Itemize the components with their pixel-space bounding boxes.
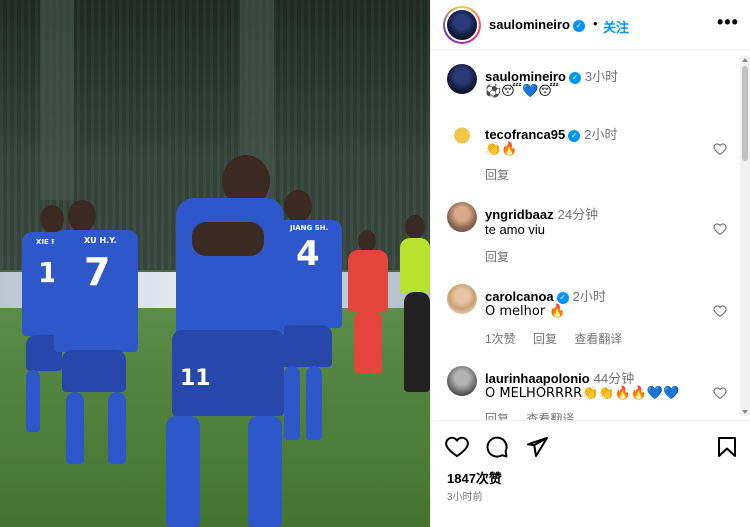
avatar[interactable]	[443, 6, 481, 44]
avatar[interactable]	[447, 122, 477, 152]
username-text[interactable]: saulomineiro	[485, 69, 566, 84]
heart-icon[interactable]	[713, 142, 727, 156]
post-panel: saulomineiro ✓ • 关注 ••• saulomineiro ✓ 3小时 …	[430, 0, 750, 527]
main-player-arms	[192, 222, 264, 256]
comment-actions: 回复	[485, 248, 523, 265]
jersey-number: 7	[84, 250, 111, 294]
timestamp[interactable]: 2小时	[573, 289, 606, 304]
stadium-pillar	[40, 0, 74, 200]
post-header: saulomineiro ✓ • 关注 •••	[431, 0, 750, 50]
heart-icon[interactable]	[713, 222, 727, 236]
timestamp[interactable]: 24分钟	[558, 207, 598, 222]
username-text[interactable]: carolcanoa	[485, 289, 554, 304]
comment-text: 👏🔥	[485, 142, 518, 157]
translate-button[interactable]: 查看翻译	[526, 412, 574, 420]
comment-icon[interactable]	[485, 435, 509, 459]
player-head	[40, 205, 64, 233]
referee	[400, 238, 430, 294]
heart-icon[interactable]	[713, 386, 727, 400]
reply-button[interactable]: 回复	[485, 412, 509, 420]
player-sock	[306, 366, 322, 440]
player-sock	[26, 370, 40, 432]
avatar[interactable]	[447, 284, 477, 314]
timestamp[interactable]: 44分钟	[594, 371, 634, 386]
timestamp[interactable]: 2小时	[584, 127, 617, 142]
comment-item: tecofranca95 ✓ 2小时 👏🔥 回复	[431, 120, 731, 183]
username-text[interactable]: tecofranca95	[485, 127, 565, 142]
referee-head	[405, 215, 425, 239]
player-head	[284, 190, 312, 222]
jersey-name: XU H.Y.	[84, 236, 117, 245]
caption-text: ⚽😴💙😴	[485, 84, 560, 99]
player-head	[68, 200, 96, 232]
username-text[interactable]: yngridbaaz	[485, 207, 554, 222]
verified-icon: ✓	[568, 129, 581, 142]
username-text[interactable]: saulomineiro	[489, 17, 570, 32]
more-icon[interactable]: •••	[717, 12, 739, 33]
post-time[interactable]: 3小时前	[447, 488, 483, 503]
player-head	[358, 230, 376, 252]
caption: saulomineiro ✓ 3小时 ⚽😴💙😴	[431, 62, 731, 112]
comment-username[interactable]: carolcanoa ✓ 2小时	[485, 286, 606, 305]
player-opponent	[348, 250, 388, 312]
verified-icon: ✓	[568, 71, 581, 84]
jersey-name: JIANG SH.	[290, 224, 329, 232]
comment-text: O MELHORRRR👏👏🔥🔥💙💙	[485, 386, 680, 401]
translate-button[interactable]: 查看翻译	[574, 332, 622, 346]
like-count[interactable]: 1847次赞	[447, 468, 502, 487]
player-left-7: 7 XU H.Y.	[54, 230, 138, 352]
caption-username[interactable]: saulomineiro ✓ 3小时	[485, 66, 618, 85]
verified-icon: ✓	[556, 291, 569, 304]
referee-legs	[404, 292, 430, 392]
comment-text: te amo viu	[485, 222, 545, 237]
main-player-sock	[248, 416, 282, 527]
scroll-thumb[interactable]	[742, 66, 748, 161]
username-text[interactable]: laurinhaapolonio	[485, 371, 590, 386]
jersey-number: 11	[180, 366, 211, 391]
player-sock	[66, 392, 84, 464]
follow-button[interactable]: 关注	[603, 17, 629, 36]
comment-actions: 回复 查看翻译	[485, 410, 588, 420]
comment-actions: 回复	[485, 166, 523, 183]
reply-button[interactable]: 回复	[485, 250, 509, 264]
comment-username[interactable]: laurinhaapolonio 44分钟	[485, 368, 634, 387]
comment-username[interactable]: yngridbaaz 24分钟	[485, 204, 598, 223]
post-photo[interactable]: 1 XIE P. 7 XU H.Y. 4 JIANG SH. 11	[0, 0, 430, 527]
header-username[interactable]: saulomineiro ✓	[489, 17, 585, 32]
heart-icon[interactable]	[445, 435, 469, 459]
comment-username[interactable]: tecofranca95 ✓ 2小时	[485, 124, 617, 143]
comment-item: laurinhaapolonio 44分钟 O MELHORRRR👏👏🔥🔥💙💙 回…	[431, 364, 731, 420]
comments-scrollbar[interactable]	[740, 56, 750, 416]
player-shorts	[280, 325, 332, 367]
avatar[interactable]	[447, 202, 477, 232]
comment-item: yngridbaaz 24分钟 te amo viu 回复	[431, 200, 731, 264]
player-sock	[284, 366, 300, 440]
main-player-jersey	[176, 198, 284, 338]
avatar[interactable]	[447, 366, 477, 396]
reply-button[interactable]: 回复	[485, 168, 509, 182]
avatar[interactable]	[447, 64, 477, 94]
scroll-down-arrow-icon[interactable]	[742, 410, 748, 414]
main-player-shorts: 11	[172, 330, 284, 416]
comments-list: saulomineiro ✓ 3小时 ⚽😴💙😴 tecofranca95 ✓ 2小时 👏…	[431, 50, 750, 420]
share-icon[interactable]	[525, 435, 549, 459]
post-footer: 1847次赞 3小时前	[431, 420, 750, 527]
comment-text: O melhor 🔥	[485, 304, 566, 319]
player-sock	[108, 392, 126, 464]
heart-icon[interactable]	[713, 304, 727, 318]
jersey-number: 4	[296, 234, 320, 274]
player-shorts	[62, 350, 126, 392]
reply-button[interactable]: 回复	[533, 332, 557, 346]
scroll-up-arrow-icon[interactable]	[742, 58, 748, 62]
timestamp[interactable]: 3小时	[585, 69, 618, 84]
player-opponent-legs	[354, 310, 382, 374]
avatar-image	[445, 8, 479, 42]
comment-actions: 1次赞 回复 查看翻译	[485, 330, 636, 347]
like-count[interactable]: 1次赞	[485, 332, 516, 346]
separator-dot: •	[593, 16, 598, 31]
comment-item: carolcanoa ✓ 2小时 O melhor 🔥 1次赞 回复 查看翻译	[431, 282, 731, 346]
bookmark-icon[interactable]	[715, 435, 739, 459]
verified-icon: ✓	[572, 19, 585, 32]
main-player-sock	[166, 416, 200, 527]
